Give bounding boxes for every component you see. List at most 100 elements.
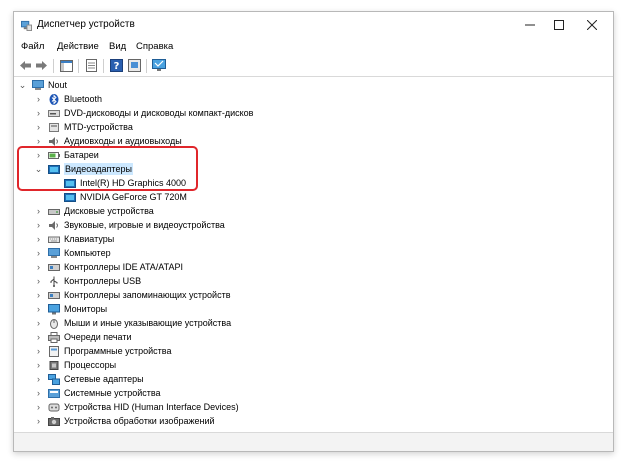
tree-item-mice[interactable]: › Мыши и иные указывающие устройства: [34, 316, 231, 330]
menu-bar: Файл Действие Вид Справка: [14, 40, 613, 56]
tree-item-label: NVIDIA GeForce GT 720M: [80, 192, 187, 202]
toolbar-separator: [53, 59, 54, 73]
tree-item-label: Контроллеры IDE ATA/ATAPI: [64, 262, 183, 272]
expand-chevron-icon[interactable]: ›: [34, 107, 43, 119]
window-title: Диспетчер устройств: [37, 19, 135, 30]
scan-hardware-button[interactable]: [151, 58, 166, 73]
expand-chevron-icon[interactable]: ›: [34, 275, 43, 287]
bluetooth-icon: [49, 93, 59, 105]
close-icon: [587, 20, 597, 30]
expand-chevron-icon[interactable]: ›: [34, 233, 43, 245]
storage-controller-icon: [48, 291, 60, 299]
back-button[interactable]: [18, 58, 33, 73]
expand-chevron-icon[interactable]: ›: [34, 247, 43, 259]
expand-chevron-icon[interactable]: ›: [34, 289, 43, 301]
tree-item-software-devices[interactable]: › Программные устройства: [34, 344, 171, 358]
menu-help[interactable]: Справка: [136, 41, 173, 52]
speaker-icon: [49, 136, 58, 146]
tree-item-mtd[interactable]: › MTD-устройства: [34, 120, 133, 134]
tree-item-monitors[interactable]: › Мониторы: [34, 302, 107, 316]
tree-item-label: Очереди печати: [64, 332, 132, 342]
tree-item-print-queues[interactable]: › Очереди печати: [34, 330, 132, 344]
tree-item-label: Дисковые устройства: [64, 206, 154, 216]
expand-chevron-icon[interactable]: ›: [34, 121, 43, 133]
toolbar-separator: [78, 59, 79, 73]
properties-button[interactable]: [84, 58, 99, 73]
expand-chevron-icon[interactable]: ›: [34, 359, 43, 371]
help-icon: ?: [110, 59, 123, 72]
maximize-button[interactable]: [542, 14, 576, 36]
collapse-chevron-icon[interactable]: ⌄: [18, 79, 27, 91]
camera-icon: [48, 416, 60, 426]
help-button[interactable]: ?: [109, 58, 124, 73]
status-bar: [14, 432, 613, 451]
expand-chevron-icon[interactable]: ›: [34, 387, 43, 399]
tree-item-storage-controllers[interactable]: › Контроллеры запоминающих устройств: [34, 288, 230, 302]
menu-file[interactable]: Файл: [21, 41, 44, 52]
toolbar: ?: [14, 56, 613, 77]
system-device-icon: [48, 388, 60, 398]
expand-chevron-icon[interactable]: ›: [34, 331, 43, 343]
dvd-drive-icon: [48, 109, 60, 117]
tree-item-label: DVD-дисководы и дисководы компакт-дисков: [64, 108, 254, 118]
tree-item-label: Устройства HID (Human Interface Devices): [64, 402, 239, 412]
expand-chevron-icon[interactable]: ›: [34, 93, 43, 105]
tree-item-nvidia-geforce[interactable]: NVIDIA GeForce GT 720M: [50, 190, 187, 204]
close-button[interactable]: [575, 14, 609, 36]
forward-button[interactable]: [34, 58, 49, 73]
menu-view[interactable]: Вид: [109, 41, 126, 52]
tree-item-ide-controllers[interactable]: › Контроллеры IDE ATA/ATAPI: [34, 260, 183, 274]
maximize-icon: [554, 20, 564, 30]
tree-item-disk-drives[interactable]: › Дисковые устройства: [34, 204, 154, 218]
toolbar-separator: [146, 59, 147, 73]
device-manager-window: Диспетчер устройств Файл Действие Вид Сп…: [13, 11, 614, 452]
display-adapter-icon: [64, 192, 76, 202]
device-manager-icon: [21, 20, 32, 31]
mtd-device-icon: [49, 122, 59, 132]
expand-chevron-icon[interactable]: ›: [34, 317, 43, 329]
tree-item-imaging-devices[interactable]: › Устройства обработки изображений: [34, 414, 215, 428]
menu-action[interactable]: Действие: [57, 41, 99, 52]
tree-item-dvd[interactable]: › DVD-дисководы и дисководы компакт-диск…: [34, 106, 253, 120]
tree-item-usb-controllers[interactable]: › Контроллеры USB: [34, 274, 141, 288]
tree-item-computer[interactable]: › Компьютер: [34, 246, 111, 260]
tree-item-bluetooth[interactable]: › Bluetooth: [34, 92, 102, 106]
console-tree-icon: [60, 59, 73, 72]
expand-chevron-icon[interactable]: ›: [34, 219, 43, 231]
svg-text:?: ?: [114, 61, 120, 72]
tree-item-label: Контроллеры запоминающих устройств: [64, 290, 231, 300]
tree-item-label: Клавиатуры: [64, 234, 115, 244]
tree-item-sound-devices[interactable]: › Звуковые, игровые и видеоустройства: [34, 218, 225, 232]
tree-item-label: Системные устройства: [64, 388, 161, 398]
expand-chevron-icon[interactable]: ›: [34, 401, 43, 413]
tree-item-system-devices[interactable]: › Системные устройства: [34, 386, 161, 400]
scan-monitor-icon: [151, 59, 166, 71]
keyboard-icon: [48, 236, 60, 243]
show-hide-console-tree-button[interactable]: [59, 58, 74, 73]
expand-chevron-icon[interactable]: ›: [34, 261, 43, 273]
software-device-icon: [49, 345, 59, 357]
expand-chevron-icon[interactable]: ›: [34, 303, 43, 315]
expand-chevron-icon[interactable]: ›: [34, 415, 43, 427]
expand-chevron-icon[interactable]: ›: [34, 345, 43, 357]
sound-device-icon: [49, 220, 58, 230]
monitor-icon: [48, 303, 60, 314]
tree-item-keyboards[interactable]: › Клавиатуры: [34, 232, 114, 246]
tree-item-network-adapters[interactable]: › Сетевые адаптеры: [34, 372, 144, 386]
printer-icon: [48, 331, 60, 343]
tree-root[interactable]: ⌄ Nout: [18, 78, 67, 92]
forward-arrow-icon: [36, 61, 47, 70]
tree-item-processors[interactable]: › Процессоры: [34, 358, 116, 372]
video-adapters-highlight: [17, 146, 198, 191]
tree-item-label: Устройства обработки изображений: [64, 416, 215, 426]
tree-item-hid-devices[interactable]: › Устройства HID (Human Interface Device…: [34, 400, 239, 414]
expand-chevron-icon[interactable]: ›: [34, 373, 43, 385]
tree-item-label: Звуковые, игровые и видеоустройства: [64, 220, 225, 230]
tree-item-label: Контроллеры USB: [64, 276, 142, 286]
update-driver-button[interactable]: [127, 58, 142, 73]
tree-item-label: Мониторы: [64, 304, 108, 314]
properties-icon: [86, 59, 97, 72]
device-icon: [128, 59, 141, 72]
expand-chevron-icon[interactable]: ›: [34, 205, 43, 217]
processor-icon: [49, 360, 59, 370]
